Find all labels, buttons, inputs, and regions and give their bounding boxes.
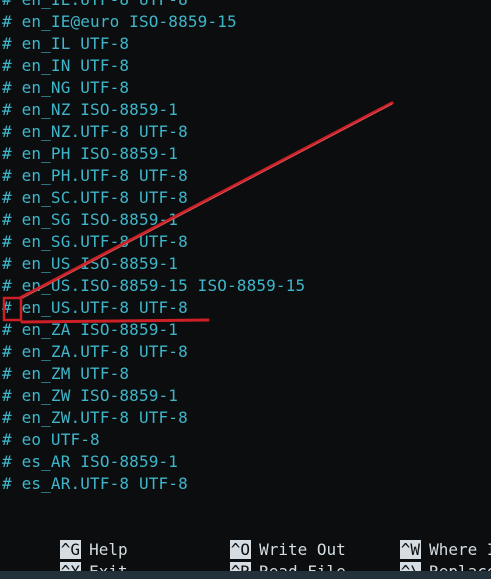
line-en-zw[interactable]: # en_ZW ISO-8859-1 [2, 385, 305, 407]
nano-shortcut-bar: ^GHelp ^OWrite Out ^WWhere Is ^X Exit ^R R… [0, 517, 491, 571]
line-en-zm[interactable]: # en_ZM UTF-8 [2, 363, 305, 385]
line-en-sg[interactable]: # en_SG ISO-8859-1 [2, 209, 305, 231]
line-en-sg-utf8[interactable]: # en_SG.UTF-8 UTF-8 [2, 231, 305, 253]
line-es-ar-utf8[interactable]: # es_AR.UTF-8 UTF-8 [2, 473, 305, 495]
line-en-ph-utf8[interactable]: # en_PH.UTF-8 UTF-8 [2, 165, 305, 187]
line-en-nz[interactable]: # en_NZ ISO-8859-1 [2, 99, 305, 121]
line-en-ph[interactable]: # en_PH ISO-8859-1 [2, 143, 305, 165]
shortcut-where-is[interactable]: ^WWhere Is [342, 517, 491, 559]
shortcut-replace[interactable]: ^\ Replace [342, 539, 491, 571]
line-en-za-utf8[interactable]: # en_ZA.UTF-8 UTF-8 [2, 341, 305, 363]
line-es-ar[interactable]: # es_AR ISO-8859-1 [2, 451, 305, 473]
line-en-ie-euro[interactable]: # en_IE@euro ISO-8859-15 [2, 11, 305, 33]
line-en-us-utf8[interactable]: # en_US.UTF-8 UTF-8 [2, 297, 305, 319]
line-en-il[interactable]: # en_IL UTF-8 [2, 33, 305, 55]
line-en-ie-utf8[interactable]: # en_IE.UTF-8 UTF-8 [2, 0, 305, 11]
line-en-ng[interactable]: # en_NG UTF-8 [2, 77, 305, 99]
shortcut-label-replace: Replace [429, 562, 491, 571]
window-bottom-border [0, 571, 491, 579]
shortcut-label-read-file: Read File [259, 562, 346, 571]
shortcut-write-out[interactable]: ^O Write Out [172, 517, 346, 559]
file-contents[interactable]: # en_IE.UTF-8 UTF-8 # en_IE@euro ISO-885… [2, 0, 305, 495]
shortcut-read-file[interactable]: ^R Read File [172, 539, 346, 571]
shortcut-key-replace: ^\ [399, 562, 422, 571]
shortcut-exit[interactable]: ^X Exit [2, 539, 128, 571]
line-en-us[interactable]: # en_US ISO-8859-1 [2, 253, 305, 275]
line-en-za[interactable]: # en_ZA ISO-8859-1 [2, 319, 305, 341]
shortcut-key-read-file: ^R [229, 562, 252, 571]
line-en-zw-utf8[interactable]: # en_ZW.UTF-8 UTF-8 [2, 407, 305, 429]
terminal-window[interactable]: # en_IE.UTF-8 UTF-8 # en_IE@euro ISO-885… [0, 0, 491, 571]
shortcut-label-exit: Exit [89, 562, 128, 571]
shortcut-key-exit: ^X [59, 562, 82, 571]
line-eo[interactable]: # eo UTF-8 [2, 429, 305, 451]
line-en-sc-utf8[interactable]: # en_SC.UTF-8 UTF-8 [2, 187, 305, 209]
line-en-us-iso15[interactable]: # en_US.ISO-8859-15 ISO-8859-15 [2, 275, 305, 297]
line-en-nz-utf8[interactable]: # en_NZ.UTF-8 UTF-8 [2, 121, 305, 143]
shortcut-help[interactable]: ^G Help [2, 517, 128, 559]
line-en-in[interactable]: # en_IN UTF-8 [2, 55, 305, 77]
